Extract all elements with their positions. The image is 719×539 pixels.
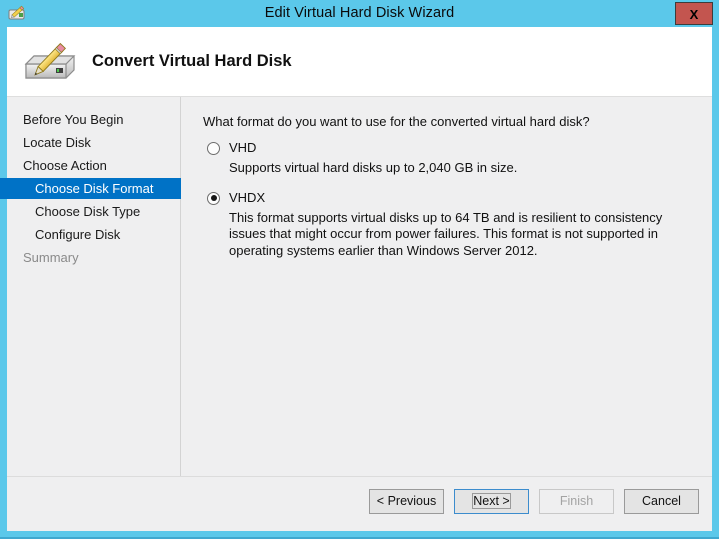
wizard-header: Convert Virtual Hard Disk (7, 27, 712, 97)
radio-vhd-description: Supports virtual hard disks up to 2,040 … (229, 160, 518, 175)
finish-button: Finish (539, 489, 614, 514)
title-bar: Edit Virtual Hard Disk Wizard X (0, 0, 719, 27)
cancel-button[interactable]: Cancel (624, 489, 699, 514)
content-pane: What format do you want to use for the c… (182, 97, 712, 476)
format-question: What format do you want to use for the c… (203, 114, 590, 129)
window-title: Edit Virtual Hard Disk Wizard (264, 5, 455, 21)
button-bar: < Previous Next > Finish Cancel (7, 476, 712, 531)
radio-option-vhd[interactable]: VHD (203, 140, 696, 156)
next-button[interactable]: Next > (454, 489, 529, 514)
lower-region: Before You Begin Locate Disk Choose Acti… (0, 97, 712, 531)
nav-item-choose-disk-format[interactable]: Choose Disk Format (0, 178, 181, 199)
previous-button[interactable]: < Previous (369, 489, 444, 514)
page-title: Convert Virtual Hard Disk (92, 52, 292, 70)
radio-vhdx-indicator[interactable] (207, 191, 220, 205)
nav-item-choose-disk-type[interactable]: Choose Disk Type (7, 201, 180, 222)
radio-vhdx-description: This format supports virtual disks up to… (229, 209, 663, 258)
nav-item-choose-action[interactable]: Choose Action (7, 155, 180, 176)
nav-item-locate-disk[interactable]: Locate Disk (7, 132, 180, 153)
nav-item-configure-disk[interactable]: Configure Disk (7, 224, 180, 245)
window-body: Convert Virtual Hard Disk Before You Beg… (0, 27, 712, 531)
hard-disk-pencil-icon (20, 38, 82, 86)
nav-item-before-you-begin[interactable]: Before You Begin (7, 109, 180, 130)
wizard-steps-nav: Before You Begin Locate Disk Choose Acti… (0, 97, 181, 476)
next-button-label: Next > (472, 493, 511, 509)
radio-vhdx-label: VHDX (229, 189, 266, 205)
radio-vhd-indicator[interactable] (207, 142, 220, 155)
wizard-window: Edit Virtual Hard Disk Wizard X Convert … (0, 0, 719, 539)
radio-option-vhdx[interactable]: VHDX (203, 190, 696, 206)
close-icon[interactable]: X (675, 2, 713, 25)
footer-buttons: < Previous Next > Finish Cancel (369, 489, 699, 514)
radio-vhd-label: VHD (229, 140, 257, 155)
nav-item-summary: Summary (23, 250, 79, 265)
